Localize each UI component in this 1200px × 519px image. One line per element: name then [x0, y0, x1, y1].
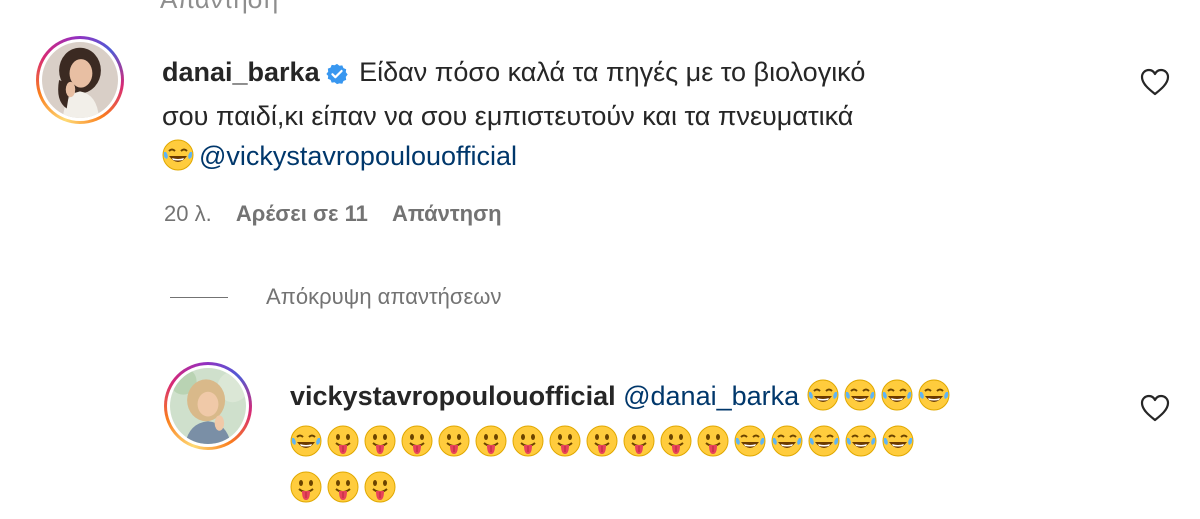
face-with-tongue-icon — [327, 471, 359, 503]
face-with-tears-of-joy-icon — [771, 425, 803, 457]
comment-likes-link[interactable]: Αρέσει σε 11 — [236, 201, 368, 226]
face-with-tongue-icon — [512, 425, 544, 457]
hide-replies-label: Απόκρυψη απαντήσεων — [266, 284, 502, 309]
face-with-tongue-icon — [327, 425, 359, 457]
face-with-tears-of-joy-icon — [807, 379, 839, 411]
divider-line — [170, 296, 228, 298]
face-with-tears-of-joy-icon — [808, 425, 840, 457]
face-with-tongue-icon — [549, 425, 581, 457]
comment-time[interactable]: 20 λ. — [164, 201, 212, 226]
comment-text-line-2: σου παιδί,κι είπαν να σου εμπιστευτούν κ… — [162, 101, 854, 131]
verified-badge-icon — [325, 56, 348, 96]
avatar-image — [170, 368, 246, 444]
reply-body: vickystavropoulouofficial @danai_barka — [290, 376, 955, 508]
comment-mention-link[interactable]: @vickystavropoulouofficial — [199, 141, 517, 171]
face-with-tongue-icon — [660, 425, 692, 457]
face-with-tears-of-joy-icon — [882, 425, 914, 457]
face-with-tongue-icon — [438, 425, 470, 457]
comment-meta-row: 20 λ. Αρέσει σε 11 Απάντηση — [164, 201, 520, 227]
avatar-image — [42, 42, 118, 118]
like-heart-icon[interactable] — [1140, 68, 1170, 96]
previous-reply-label[interactable]: Απάντηση — [160, 0, 278, 15]
hide-replies-button[interactable]: Απόκρυψη απαντήσεων — [170, 282, 501, 312]
avatar-vickystavropoulouofficial[interactable] — [164, 362, 252, 450]
face-with-tongue-icon — [586, 425, 618, 457]
face-with-tongue-icon — [364, 471, 396, 503]
face-with-tongue-icon — [401, 425, 433, 457]
reply-mention-link[interactable]: @danai_barka — [623, 381, 799, 411]
face-with-tongue-icon — [697, 425, 729, 457]
face-with-tears-of-joy-icon — [881, 379, 913, 411]
face-with-tears-of-joy-icon — [162, 139, 194, 171]
comment-text-line-1: Είδαν πόσο καλά τα πηγές με το βιολογικό — [359, 57, 866, 87]
face-with-tears-of-joy-icon — [844, 379, 876, 411]
reply-username[interactable]: vickystavropoulouofficial — [290, 381, 616, 411]
comment-reply-button[interactable]: Απάντηση — [392, 201, 502, 226]
comment-body: danai_barka Είδαν πόσο καλά τα πηγές με … — [162, 52, 865, 176]
reply-like-heart-icon[interactable] — [1140, 394, 1170, 422]
face-with-tongue-icon — [364, 425, 396, 457]
face-with-tongue-icon — [475, 425, 507, 457]
face-with-tongue-icon — [290, 471, 322, 503]
face-with-tears-of-joy-icon — [290, 425, 322, 457]
face-with-tears-of-joy-icon — [918, 379, 950, 411]
comment-username[interactable]: danai_barka — [162, 57, 320, 87]
face-with-tears-of-joy-icon — [845, 425, 877, 457]
avatar-danai-barka[interactable] — [36, 36, 124, 124]
face-with-tongue-icon — [623, 425, 655, 457]
face-with-tears-of-joy-icon — [734, 425, 766, 457]
